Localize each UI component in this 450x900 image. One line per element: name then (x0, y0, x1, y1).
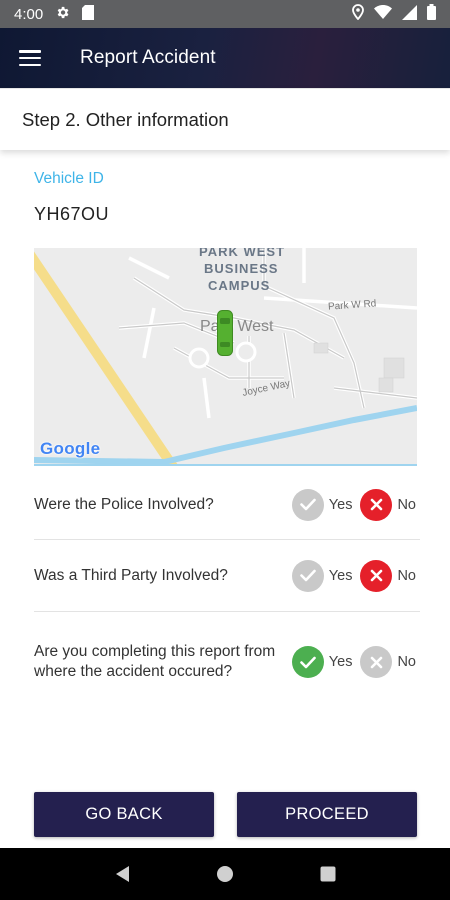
question-text: Were the Police Involved? (34, 495, 214, 513)
car-icon[interactable] (217, 310, 233, 356)
google-logo: Google (40, 439, 101, 458)
recents-square-icon[interactable] (308, 854, 348, 894)
yes-option[interactable]: Yes (291, 646, 357, 678)
no-option[interactable]: No (360, 488, 420, 521)
question-third-party: Was a Third Party Involved? Yes No (34, 540, 420, 612)
wifi-icon (374, 5, 392, 23)
system-nav-bar (0, 848, 450, 900)
no-label: No (397, 496, 416, 513)
close-icon[interactable] (360, 488, 393, 521)
yes-label: Yes (328, 567, 353, 584)
sd-card-icon (82, 4, 95, 24)
home-circle-icon[interactable] (205, 854, 245, 894)
gear-icon (55, 5, 70, 24)
question-police: Were the Police Involved? Yes No (34, 470, 420, 540)
hamburger-menu-icon[interactable] (0, 28, 60, 88)
no-option[interactable]: No (360, 559, 420, 592)
map-label-area: Park West (200, 318, 274, 335)
vehicle-id-label: Vehicle ID (34, 170, 104, 187)
vehicle-id-value: YH67OU (34, 204, 110, 224)
yes-option[interactable]: Yes (291, 559, 357, 592)
form-content: Vehicle ID YH67OU PARK WEST BUSINESS CAM… (0, 152, 450, 848)
map-label-campus-2: BUSINESS (204, 261, 279, 276)
no-option[interactable]: No (360, 646, 420, 678)
yes-no-toggle: Yes No (288, 559, 420, 592)
map-label-campus-3: CAMPUS (208, 278, 271, 293)
yes-no-toggle: Yes No (288, 646, 420, 678)
question-text: Are you completing this report from wher… (34, 643, 276, 680)
question-location: Are you completing this report from wher… (34, 612, 420, 712)
back-triangle-icon[interactable] (102, 854, 142, 894)
yes-option[interactable]: Yes (291, 488, 357, 521)
status-time: 4:00 (14, 5, 44, 23)
map-view[interactable]: PARK WEST BUSINESS CAMPUS Park West Park… (34, 248, 417, 466)
yes-label: Yes (328, 654, 353, 670)
step-header: Step 2. Other information (0, 88, 450, 150)
proceed-button[interactable]: PROCEED (237, 792, 417, 837)
location-icon (352, 4, 364, 24)
signal-icon (402, 4, 417, 24)
app-title: Report Accident (80, 47, 216, 68)
status-bar: 4:00 (0, 0, 450, 28)
close-icon[interactable] (360, 559, 393, 592)
check-icon[interactable] (291, 646, 324, 678)
question-text: Was a Third Party Involved? (34, 566, 228, 584)
app-bar: Report Accident (0, 28, 450, 88)
yes-no-toggle: Yes No (288, 488, 420, 521)
go-back-button[interactable]: GO BACK (34, 792, 214, 837)
battery-icon (427, 4, 436, 24)
screen: 4:00 Report Accident Step 2. Other infor… (0, 0, 450, 900)
no-label: No (397, 567, 416, 584)
map-label-campus-1: PARK WEST (199, 248, 286, 259)
no-label: No (397, 654, 416, 670)
check-icon[interactable] (291, 559, 324, 592)
yes-label: Yes (328, 496, 353, 513)
check-icon[interactable] (291, 488, 324, 521)
close-icon[interactable] (360, 646, 393, 678)
